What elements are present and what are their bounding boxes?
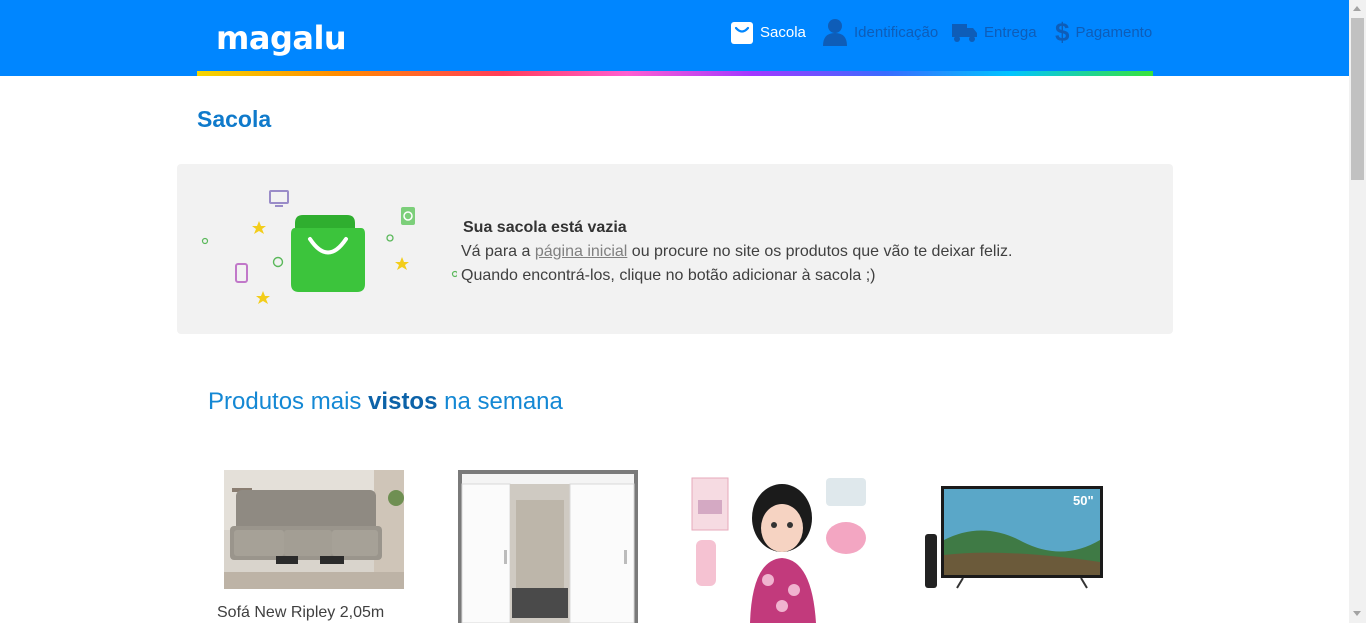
step-pagamento[interactable]: $ Pagamento — [1055, 17, 1152, 47]
home-page-link[interactable]: página inicial — [535, 243, 628, 260]
section-title-bold: vistos — [368, 388, 438, 415]
header-bar: magalu Sacola Identificação Entrega $ Pa… — [0, 0, 1349, 76]
step-sacola[interactable]: Sacola — [730, 17, 806, 47]
user-icon — [823, 19, 847, 46]
product-card[interactable] — [224, 470, 404, 594]
line1-before: Vá para a — [461, 243, 535, 260]
truck-icon — [952, 24, 977, 42]
empty-cart-line-1: Vá para a página inicial ou procure no s… — [461, 240, 1012, 264]
step-label-sacola: Sacola — [760, 23, 806, 41]
tv-image[interactable]: 50" — [923, 470, 1105, 590]
section-title-after: na semana — [437, 388, 563, 415]
product-card[interactable] — [690, 470, 875, 628]
empty-bag-illustration — [201, 190, 457, 304]
dollar-icon: $ — [1055, 17, 1070, 47]
step-label-entrega: Entrega — [984, 23, 1037, 41]
doll-image[interactable] — [690, 470, 875, 623]
scrollbar[interactable] — [1349, 0, 1366, 623]
product-card[interactable]: 50" — [923, 470, 1105, 595]
rainbow-divider — [197, 71, 1153, 76]
bag-icon — [731, 22, 753, 44]
empty-cart-panel: Sua sacola está vazia Vá para a página i… — [177, 164, 1173, 334]
tv-size-badge: 50" — [1073, 493, 1094, 508]
most-viewed-title: Produtos mais vistos na semana — [208, 388, 563, 416]
empty-cart-message: Sua sacola está vazia Vá para a página i… — [461, 216, 1012, 288]
step-label-pagamento: Pagamento — [1075, 23, 1153, 41]
step-label-identificacao: Identificação — [854, 23, 939, 41]
sofa-image[interactable] — [224, 470, 404, 589]
scroll-down-arrow-icon[interactable] — [1353, 611, 1361, 616]
line1-after: ou procure no site os produtos que vão t… — [627, 243, 1013, 260]
empty-cart-title: Sua sacola está vazia — [463, 219, 627, 236]
scroll-up-arrow-icon[interactable] — [1353, 6, 1361, 11]
empty-cart-line-2: Quando encontrá-los, clique no botão adi… — [461, 267, 876, 284]
step-entrega[interactable]: Entrega — [952, 17, 1037, 47]
product-card[interactable] — [458, 470, 638, 628]
section-title-before: Produtos mais — [208, 388, 369, 415]
wardrobe-image[interactable] — [458, 470, 638, 624]
scrollbar-thumb[interactable] — [1351, 18, 1364, 180]
step-identificacao[interactable]: Identificação — [822, 17, 938, 47]
magalu-logo[interactable]: magalu — [216, 18, 347, 58]
product-name[interactable]: Sofá New Ripley 2,05m — [217, 604, 384, 622]
page-title: Sacola — [197, 106, 272, 132]
